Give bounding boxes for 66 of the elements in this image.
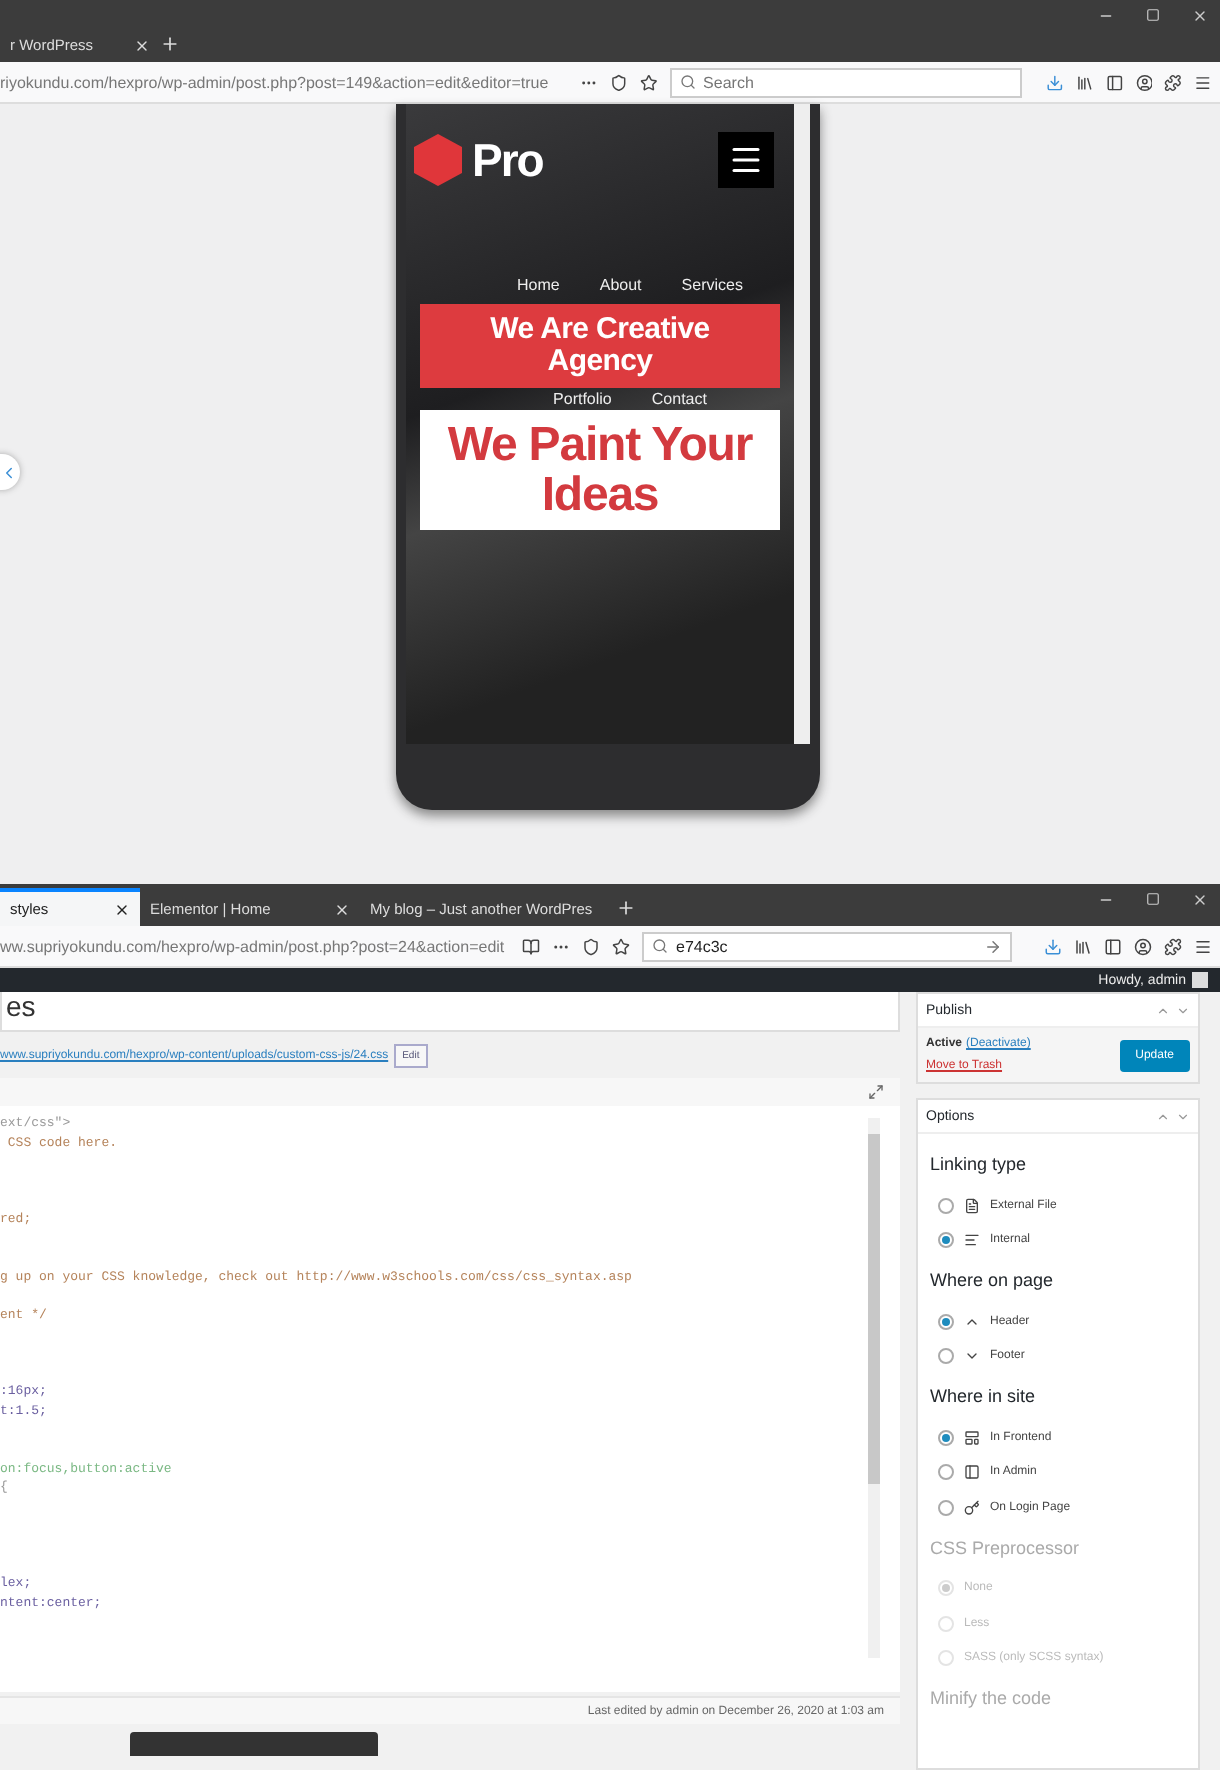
nav-link[interactable]: Services	[681, 276, 743, 294]
radio-button[interactable]	[938, 1499, 954, 1516]
scrollbar[interactable]	[794, 104, 810, 744]
group-heading: CSS Preprocessor	[930, 1537, 1082, 1557]
search-icon	[679, 74, 696, 90]
option-icon	[964, 1499, 980, 1516]
option-icon	[964, 1464, 980, 1481]
fullscreen-icon[interactable]	[868, 1084, 884, 1100]
library-icon[interactable]	[1074, 937, 1092, 955]
sidebar-icon[interactable]	[1105, 73, 1124, 91]
radio-button[interactable]	[938, 1348, 954, 1365]
radio-button[interactable]	[938, 1197, 954, 1214]
hexagon-logo-icon	[414, 134, 462, 186]
option-icon	[964, 1429, 980, 1446]
bookmark-star-icon[interactable]	[639, 73, 658, 91]
search-field[interactable]: Search	[703, 69, 1013, 95]
restore-icon[interactable]	[1146, 8, 1160, 22]
extension-icon[interactable]	[1164, 937, 1182, 955]
download-icon[interactable]	[1046, 73, 1064, 91]
new-tab-icon[interactable]	[160, 34, 180, 54]
download-icon[interactable]	[1044, 937, 1062, 955]
radio-button[interactable]	[938, 1429, 954, 1446]
chevron-left-icon	[0, 463, 18, 481]
reader-view-icon[interactable]	[522, 937, 540, 955]
nav-link[interactable]: Contact	[651, 390, 707, 408]
account-icon[interactable]	[1134, 937, 1152, 955]
banner-heading: We Are Creative Agency	[420, 304, 780, 388]
new-tab-icon[interactable]	[616, 898, 636, 918]
hamburger-menu-button[interactable]	[718, 132, 774, 188]
url-text[interactable]: ww.supriyokundu.com/hexpro/wp-admin/post.php?post=24&action=edit	[0, 937, 510, 955]
option-icon	[964, 1232, 980, 1249]
library-icon[interactable]	[1075, 73, 1094, 91]
search-field[interactable]: e74c3c	[676, 933, 976, 959]
chevron-up-icon[interactable]	[1156, 1003, 1170, 1017]
scrollbar[interactable]	[868, 1118, 880, 1658]
chevron-down-icon[interactable]	[1176, 1109, 1190, 1123]
group-heading: Linking type	[930, 1154, 1029, 1174]
url-text[interactable]: riyokundu.com/hexpro/wp-admin/post.php?post=149&action=edit&editor=true	[0, 73, 569, 91]
radio-button[interactable]	[938, 1464, 954, 1481]
chevron-up-icon[interactable]	[1156, 1109, 1170, 1123]
hero-headline: We Paint Your Ideas	[420, 410, 780, 530]
menu-icon	[728, 142, 764, 178]
title-field[interactable]: es	[0, 992, 900, 1032]
restore-icon[interactable]	[1146, 892, 1160, 906]
account-icon[interactable]	[1135, 73, 1153, 91]
search-box[interactable]: Search	[669, 67, 1023, 97]
chevron-down-icon[interactable]	[1176, 1003, 1190, 1017]
logo-text: Pro	[472, 133, 543, 187]
radio-button[interactable]	[938, 1313, 954, 1330]
radio-button[interactable]	[938, 1232, 954, 1249]
nav-link[interactable]: About	[599, 276, 642, 294]
menu-icon[interactable]	[1194, 937, 1212, 955]
sidebar-icon[interactable]	[1104, 937, 1122, 955]
option-icon	[964, 1197, 980, 1214]
bookmark-star-icon[interactable]	[612, 937, 630, 955]
group-heading: Minify the code	[930, 1688, 1054, 1708]
close-icon[interactable]	[114, 901, 130, 917]
nav-link[interactable]: Home	[517, 276, 560, 294]
search-box[interactable]: e74c3c	[642, 931, 1012, 961]
search-icon	[652, 938, 668, 954]
menu-icon[interactable]	[1194, 73, 1212, 91]
group-heading: Where in site	[930, 1386, 1038, 1406]
go-arrow-icon[interactable]	[984, 937, 1002, 955]
nav-link[interactable]: Portfolio	[553, 390, 612, 408]
extension-icon[interactable]	[1164, 73, 1183, 91]
group-heading: Where on page	[930, 1270, 1056, 1290]
